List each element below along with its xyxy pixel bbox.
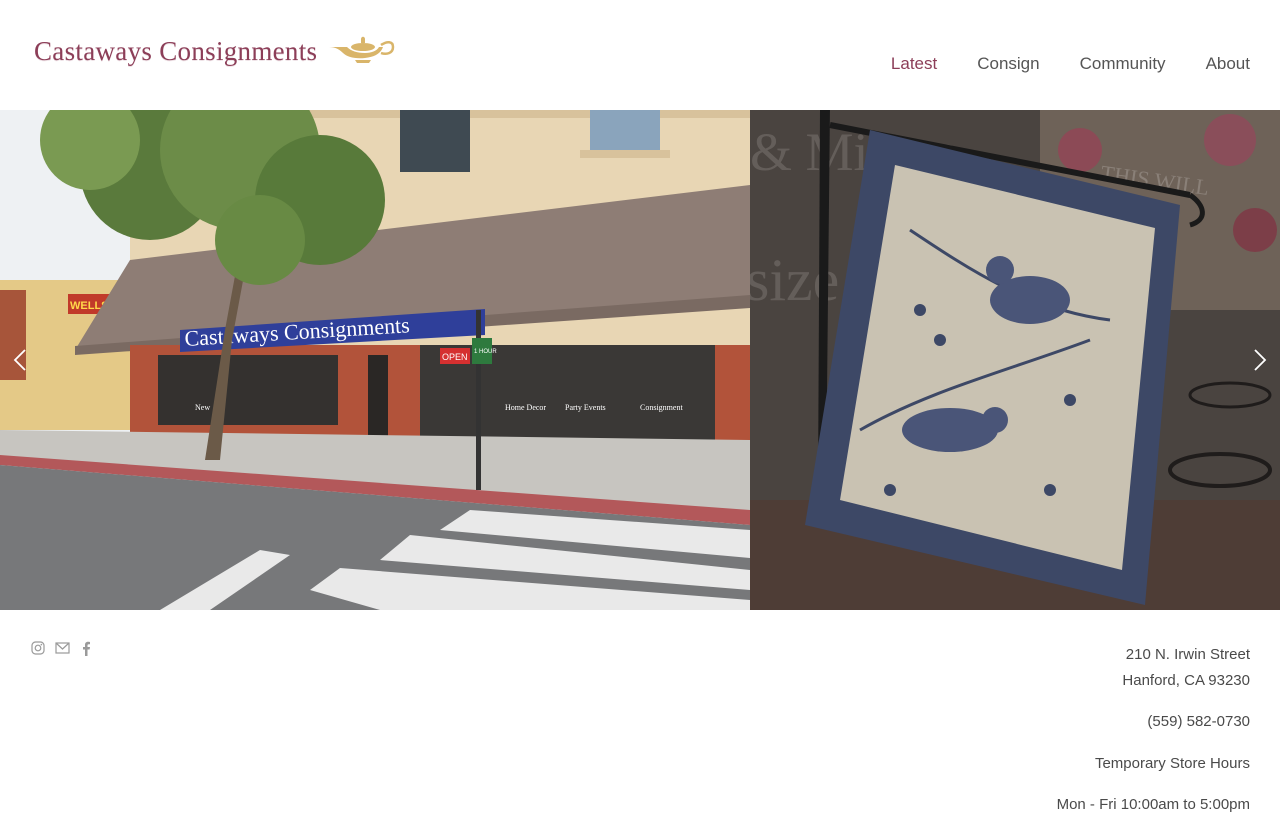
nav-consign[interactable]: Consign (977, 54, 1039, 74)
slideshow-next-button[interactable] (1244, 344, 1276, 376)
open-sign: OPEN (442, 352, 468, 362)
hours-title: Temporary Store Hours (1094, 755, 1250, 772)
storefront-photo: WELLS FA Castaways Consignments OPEN New… (0, 110, 750, 610)
window-text-4: Consignment (640, 403, 683, 412)
address-line-1: 210 N. Irwin Street (1125, 646, 1250, 663)
social-links (30, 640, 94, 656)
window-text-1: New (195, 403, 210, 412)
main-nav: Latest Consign Community About (891, 54, 1250, 74)
window-text-3: Party Events (565, 403, 606, 412)
hours-line: Mon - Fri 10:00am to 5:00pm (1056, 796, 1250, 813)
phone-number[interactable]: (559) 582-0730 (1057, 709, 1250, 735)
site-header: Castaways Consignments Latest Consign Co… (0, 0, 1280, 110)
street-sign: 1 HOUR (474, 349, 497, 355)
genie-lamp-icon (329, 36, 395, 63)
chevron-right-icon (1254, 349, 1267, 371)
mail-icon[interactable] (54, 640, 70, 656)
site-logo[interactable]: Castaways Consignments (34, 36, 397, 67)
contact-info: 210 N. Irwin Street Hanford, CA 93230 (5… (1057, 642, 1250, 818)
facebook-icon[interactable] (78, 640, 94, 656)
image-slideshow[interactable]: WELLS FA Castaways Consignments OPEN New… (0, 110, 1280, 610)
slideshow-prev-button[interactable] (4, 344, 36, 376)
nav-latest[interactable]: Latest (891, 54, 937, 74)
window-text-2: Home Decor (505, 403, 546, 412)
garden-flag-photo: & Misses size THIS WILL (750, 110, 1280, 610)
nav-community[interactable]: Community (1080, 54, 1166, 74)
instagram-icon[interactable] (30, 640, 46, 656)
address-line-2: Hanford, CA 93230 (1122, 672, 1250, 689)
chevron-left-icon (13, 349, 26, 371)
nav-about[interactable]: About (1206, 54, 1250, 74)
logo-text: Castaways Consignments (34, 36, 318, 66)
